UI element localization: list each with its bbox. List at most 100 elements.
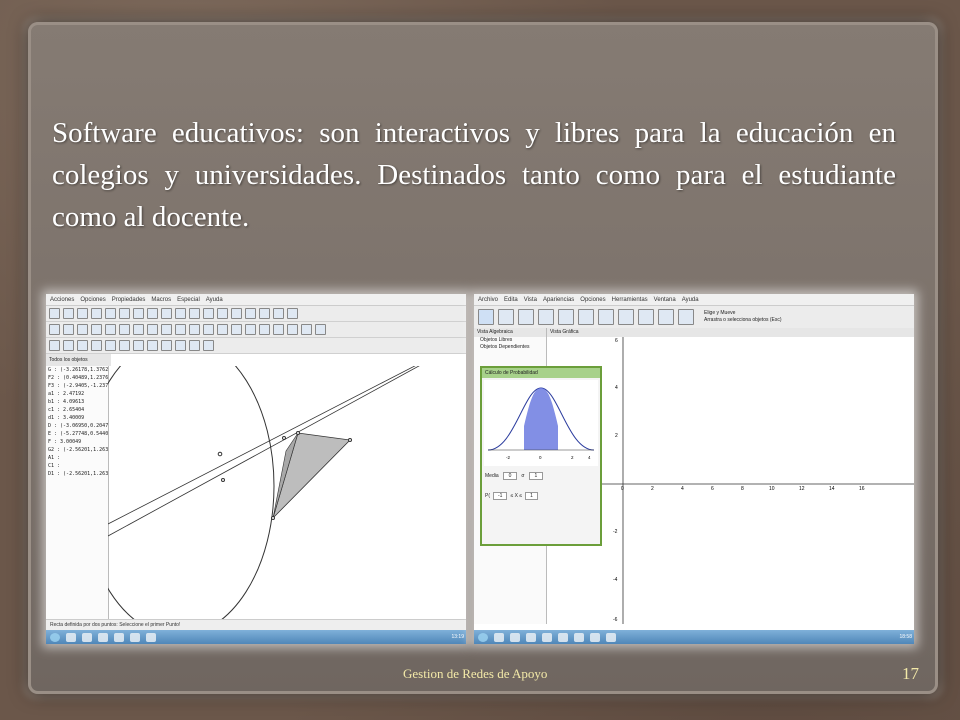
- tool-icon[interactable]: [161, 308, 172, 319]
- tool-icon[interactable]: [273, 308, 284, 319]
- tool-icon[interactable]: [77, 324, 88, 335]
- tool-icon[interactable]: [49, 308, 60, 319]
- angle-tool-icon[interactable]: [618, 309, 634, 325]
- conic-tool-icon[interactable]: [598, 309, 614, 325]
- tool-icon[interactable]: [189, 340, 200, 351]
- tool-icon[interactable]: [287, 308, 298, 319]
- tool-icon[interactable]: [119, 308, 130, 319]
- sigma-input[interactable]: 1: [528, 472, 544, 480]
- geometry-canvas[interactable]: [108, 366, 466, 624]
- tool-icon[interactable]: [119, 324, 130, 335]
- line-shape[interactable]: [108, 366, 428, 537]
- menu-item[interactable]: Ayuda: [682, 297, 699, 303]
- point[interactable]: [296, 431, 300, 435]
- tool-icon[interactable]: [175, 340, 186, 351]
- tool-icon[interactable]: [133, 324, 144, 335]
- tool-icon[interactable]: [245, 324, 256, 335]
- tool-icon[interactable]: [273, 324, 284, 335]
- algebra-row[interactable]: F2 : (0.40489,1.23769): [46, 374, 108, 382]
- algebra-row[interactable]: F : 3.00049: [46, 438, 108, 446]
- menu-item[interactable]: Opciones: [80, 297, 105, 303]
- line-shape[interactable]: [108, 366, 438, 525]
- tool-icon[interactable]: [287, 324, 298, 335]
- tool-icon[interactable]: [301, 324, 312, 335]
- menu-item[interactable]: Ayuda: [206, 297, 223, 303]
- algebra-row[interactable]: D1 : (-2.56201,1.26353): [46, 470, 108, 478]
- tool-icon[interactable]: [105, 340, 116, 351]
- algebra-header[interactable]: Todos los objetos: [46, 354, 111, 366]
- graphics-view-header[interactable]: Vista Gráfica: [547, 328, 914, 337]
- circle-tool-icon[interactable]: [578, 309, 594, 325]
- tool-icon[interactable]: [231, 324, 242, 335]
- tool-icon[interactable]: [133, 340, 144, 351]
- tool-icon[interactable]: [133, 308, 144, 319]
- tool-icon[interactable]: [119, 340, 130, 351]
- tool-icon[interactable]: [77, 308, 88, 319]
- menu-item[interactable]: Edita: [504, 297, 518, 303]
- taskbar-app-icon[interactable]: [526, 632, 536, 642]
- media-input[interactable]: 0: [502, 472, 518, 480]
- tool-icon[interactable]: [161, 324, 172, 335]
- tool-icon[interactable]: [203, 308, 214, 319]
- tool-icon[interactable]: [49, 324, 60, 335]
- tool-icon[interactable]: [63, 340, 74, 351]
- menu-item[interactable]: Apariencias: [543, 297, 574, 303]
- tool-icon[interactable]: [217, 324, 228, 335]
- point[interactable]: [271, 516, 275, 520]
- algebra-row[interactable]: D : (-3.06950,0.20471): [46, 422, 108, 430]
- menu-item[interactable]: Propiedades: [112, 297, 146, 303]
- algebra-row[interactable]: A1 :: [46, 454, 108, 462]
- lower-bound-input[interactable]: -1: [493, 492, 508, 500]
- tool-icon[interactable]: [147, 324, 158, 335]
- start-button[interactable]: [478, 632, 488, 642]
- taskbar-app-icon[interactable]: [146, 632, 156, 642]
- tool-icon[interactable]: [189, 324, 200, 335]
- taskbar-app-icon[interactable]: [558, 632, 568, 642]
- algebra-row[interactable]: a1 : 2.47192: [46, 390, 108, 398]
- taskbar-app-icon[interactable]: [606, 632, 616, 642]
- menu-item[interactable]: Herramientas: [612, 297, 648, 303]
- menu-item[interactable]: Opciones: [580, 297, 605, 303]
- tool-icon[interactable]: [189, 308, 200, 319]
- tool-icon[interactable]: [231, 308, 242, 319]
- taskbar-app-icon[interactable]: [590, 632, 600, 642]
- menu-item[interactable]: Acciones: [50, 297, 74, 303]
- point[interactable]: [282, 436, 286, 440]
- tool-icon[interactable]: [161, 340, 172, 351]
- polygon-tool-icon[interactable]: [558, 309, 574, 325]
- algebra-row[interactable]: G2 : (-2.56201,1.26353): [46, 446, 108, 454]
- tool-icon[interactable]: [147, 308, 158, 319]
- taskbar-app-icon[interactable]: [574, 632, 584, 642]
- tool-icon[interactable]: [259, 308, 270, 319]
- algebra-free-objects[interactable]: Objetos Libres: [474, 337, 546, 344]
- tool-icon[interactable]: [63, 308, 74, 319]
- menu-item[interactable]: Archivo: [478, 297, 498, 303]
- algebra-row[interactable]: C1 :: [46, 462, 108, 470]
- taskbar-app-icon[interactable]: [114, 632, 124, 642]
- tool-icon[interactable]: [49, 340, 60, 351]
- menu-item[interactable]: Especial: [177, 297, 200, 303]
- algebra-row[interactable]: E : (-5.27748,0.54403): [46, 430, 108, 438]
- tool-icon[interactable]: [105, 324, 116, 335]
- view-tool-icon[interactable]: [678, 309, 694, 325]
- line-tool-icon[interactable]: [518, 309, 534, 325]
- algebra-row[interactable]: c1 : 2.65404: [46, 406, 108, 414]
- algebra-view-header[interactable]: Vista Algebraica: [474, 328, 546, 337]
- tool-icon[interactable]: [63, 324, 74, 335]
- tool-icon[interactable]: [203, 324, 214, 335]
- taskbar-app-icon[interactable]: [542, 632, 552, 642]
- point[interactable]: [217, 451, 223, 457]
- slider-tool-icon[interactable]: [658, 309, 674, 325]
- menu-item[interactable]: Vista: [524, 297, 537, 303]
- reflect-tool-icon[interactable]: [638, 309, 654, 325]
- point[interactable]: [348, 438, 352, 442]
- algebra-row[interactable]: b1 : 4.09613: [46, 398, 108, 406]
- tool-icon[interactable]: [91, 308, 102, 319]
- tool-icon[interactable]: [91, 324, 102, 335]
- algebra-row[interactable]: d1 : 3.40009: [46, 414, 108, 422]
- taskbar-app-icon[interactable]: [98, 632, 108, 642]
- upper-bound-input[interactable]: 1: [525, 492, 538, 500]
- point-tool-icon[interactable]: [498, 309, 514, 325]
- taskbar-app-icon[interactable]: [494, 632, 504, 642]
- tool-icon[interactable]: [147, 340, 158, 351]
